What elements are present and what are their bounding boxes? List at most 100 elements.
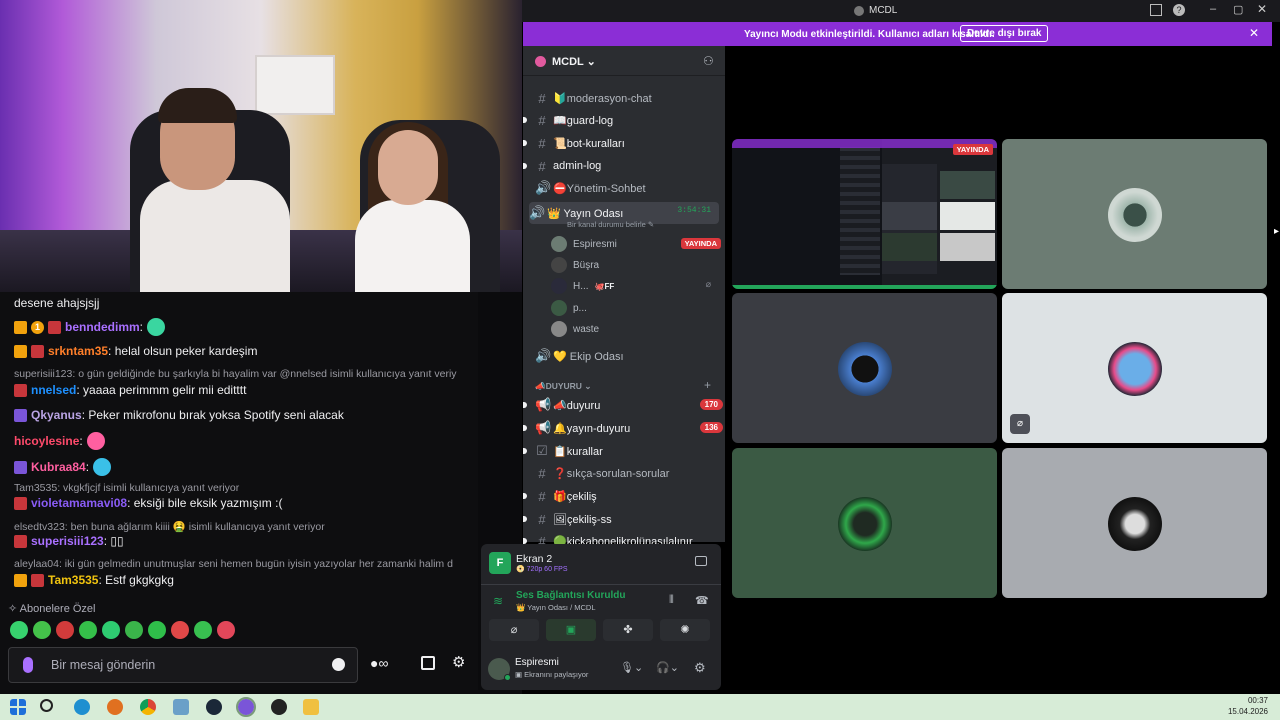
chat-username[interactable]: Qkyanus (31, 408, 82, 422)
reply-context[interactable]: aleylaa04: iki gün gelmedin unutmuşlar s… (14, 558, 476, 570)
obs-icon[interactable] (271, 699, 287, 715)
prime-badge-icon[interactable] (14, 460, 27, 474)
maximize-button[interactable]: ▢ (1233, 3, 1243, 16)
voice-user[interactable]: H... 🐙FF ⌀ (551, 277, 711, 295)
emote-icon[interactable] (125, 621, 143, 639)
subscriber-badge-icon[interactable] (14, 496, 27, 510)
category-duyuru[interactable]: 📣DUYURU ⌄ (535, 381, 591, 392)
disable-streamer-mode-button[interactable]: Devre dışı bırak (960, 25, 1049, 42)
voice-user[interactable]: p... (551, 299, 711, 317)
participant-tile[interactable] (732, 448, 997, 598)
invite-people-icon[interactable]: ⚇ (703, 54, 714, 68)
chrome-icon[interactable] (140, 699, 156, 715)
emoji-icon[interactable] (332, 658, 345, 671)
emote-icon[interactable] (56, 621, 74, 639)
voice-channel-ekip-odasi[interactable]: 🔊 💛 Ekip Odası (535, 347, 624, 365)
emote-icon[interactable] (102, 621, 120, 639)
chat-username[interactable]: srkntam35 (48, 344, 108, 358)
channel-item[interactable]: # admin-log (523, 157, 601, 175)
emote-icon[interactable] (171, 621, 189, 639)
subscriber-badge-icon[interactable] (31, 573, 44, 587)
crown-badge-icon[interactable] (14, 320, 27, 334)
store-icon[interactable] (421, 656, 435, 670)
participant-tile[interactable] (1002, 448, 1267, 598)
reply-context[interactable]: Tam3535: vkgkfjcjf isimli kullanıcıya ya… (14, 482, 476, 494)
username[interactable]: Espiresmi (515, 657, 559, 668)
emote-icon[interactable] (33, 621, 51, 639)
brave-icon[interactable] (107, 699, 123, 715)
channel-item[interactable]: 📢 🔔yayın-duyuru 136 (523, 419, 723, 437)
chat-username[interactable]: violetamamavi08 (31, 496, 127, 510)
minimize-button[interactable]: – (1210, 3, 1216, 15)
soundboard-button[interactable]: ✺ (660, 619, 710, 641)
emote-icon[interactable] (79, 621, 97, 639)
voice-location[interactable]: 👑 Yayın Odası / MCDL (516, 603, 596, 612)
headphones-icon[interactable]: 🎧⌄ (656, 661, 679, 674)
chat-username[interactable]: Kubraa84 (31, 460, 86, 474)
channel-item[interactable]: # 📜bot-kuralları (523, 134, 625, 152)
camera-off-button[interactable]: ⌀ (489, 619, 539, 641)
emote-icon[interactable] (194, 621, 212, 639)
subscriber-badge-icon[interactable] (14, 534, 27, 548)
subscriber-badge-icon[interactable] (14, 383, 27, 397)
emote-icon[interactable] (10, 621, 28, 639)
start-icon[interactable] (10, 699, 26, 715)
chat-username[interactable]: superisiii123 (31, 534, 104, 548)
disconnect-icon[interactable]: ☎ (695, 594, 709, 607)
channel-item[interactable]: # 🎁çekiliş (523, 487, 719, 505)
voice-connected-label[interactable]: Ses Bağlantısı Kuruldu (516, 590, 625, 601)
crown-badge-icon[interactable] (14, 344, 27, 358)
close-banner-icon[interactable]: ✕ (1249, 26, 1259, 40)
channel-item[interactable]: # 🔰moderasyon-chat (535, 89, 651, 107)
steam-icon[interactable] (206, 699, 222, 715)
chat-input[interactable]: Bir mesaj gönderin (8, 647, 358, 683)
participant-tile[interactable] (732, 293, 997, 443)
emote-icon[interactable] (86, 432, 105, 450)
stream-tile[interactable]: YAYINDA (732, 139, 997, 289)
channel-item[interactable]: # ❓sıkça-sorulan-sorular (535, 464, 719, 482)
search-icon[interactable] (40, 699, 53, 712)
voice-user[interactable]: Büşra (551, 256, 711, 274)
emote-icon[interactable] (93, 458, 112, 476)
activities-button[interactable]: ✤ (603, 619, 653, 641)
voice-user[interactable]: waste (551, 320, 711, 338)
share-screen-button[interactable]: ▣ (546, 619, 596, 641)
add-channel-icon[interactable]: + (704, 378, 711, 392)
prime-badge-icon[interactable] (14, 408, 27, 422)
voice-user[interactable]: Espiresmi YAYINDA (551, 235, 721, 253)
channel-item[interactable]: ☑ 📋kurallar (523, 442, 719, 460)
noise-suppression-icon[interactable]: ⦀ (669, 594, 674, 607)
subscriber-badge-icon[interactable] (31, 344, 44, 358)
reply-context[interactable]: superisiii123: o gün geldiğinde bu şarkı… (14, 368, 476, 380)
subscriber-badge-icon[interactable] (48, 320, 61, 334)
microphone-icon[interactable]: 🎙⌄ (620, 661, 643, 674)
reply-context[interactable]: elsedtv323: ben buna ağlarım kiiii 🤮 isi… (14, 520, 476, 533)
user-settings-icon[interactable]: ⚙ (694, 660, 706, 676)
edge-icon[interactable] (74, 699, 90, 715)
emote-icon[interactable] (148, 621, 166, 639)
channel-item[interactable]: 📢 📣duyuru 170 (523, 396, 723, 414)
channel-item[interactable]: 🔊 ⛔Yönetim-Sohbet (535, 179, 646, 197)
inbox-icon[interactable] (1150, 4, 1162, 16)
server-header[interactable]: MCDL ⌄ ⚇ (523, 46, 725, 76)
help-icon[interactable]: ? (1173, 4, 1185, 16)
app-icon[interactable] (173, 699, 189, 715)
crown-badge-icon[interactable] (14, 573, 27, 587)
channel-status[interactable]: Bir kanal durumu belirle ✎ (567, 220, 654, 229)
chat-username[interactable]: Tam3535 (48, 573, 98, 587)
settings-gear-icon[interactable]: ⚙ (452, 653, 465, 671)
microphone-icon[interactable] (23, 657, 33, 673)
chat-username[interactable]: benndedimm (65, 320, 140, 334)
file-explorer-icon[interactable] (303, 699, 319, 715)
emote-icon[interactable] (217, 621, 235, 639)
channel-item[interactable]: # 📖guard-log (523, 111, 613, 129)
chat-username[interactable]: nnelsed (31, 383, 76, 397)
close-window-button[interactable]: ✕ (1257, 2, 1267, 16)
bits-icon[interactable]: ●∞ (370, 655, 388, 671)
chat-username[interactable]: hicoylesine (14, 434, 79, 448)
twitch-icon[interactable] (236, 697, 256, 717)
stop-stream-icon[interactable] (695, 556, 707, 566)
gift-badge-icon[interactable]: 1 (31, 320, 44, 334)
emote-icon[interactable] (147, 318, 166, 336)
channel-item[interactable]: # 🖼çekiliş-ss (523, 510, 719, 528)
